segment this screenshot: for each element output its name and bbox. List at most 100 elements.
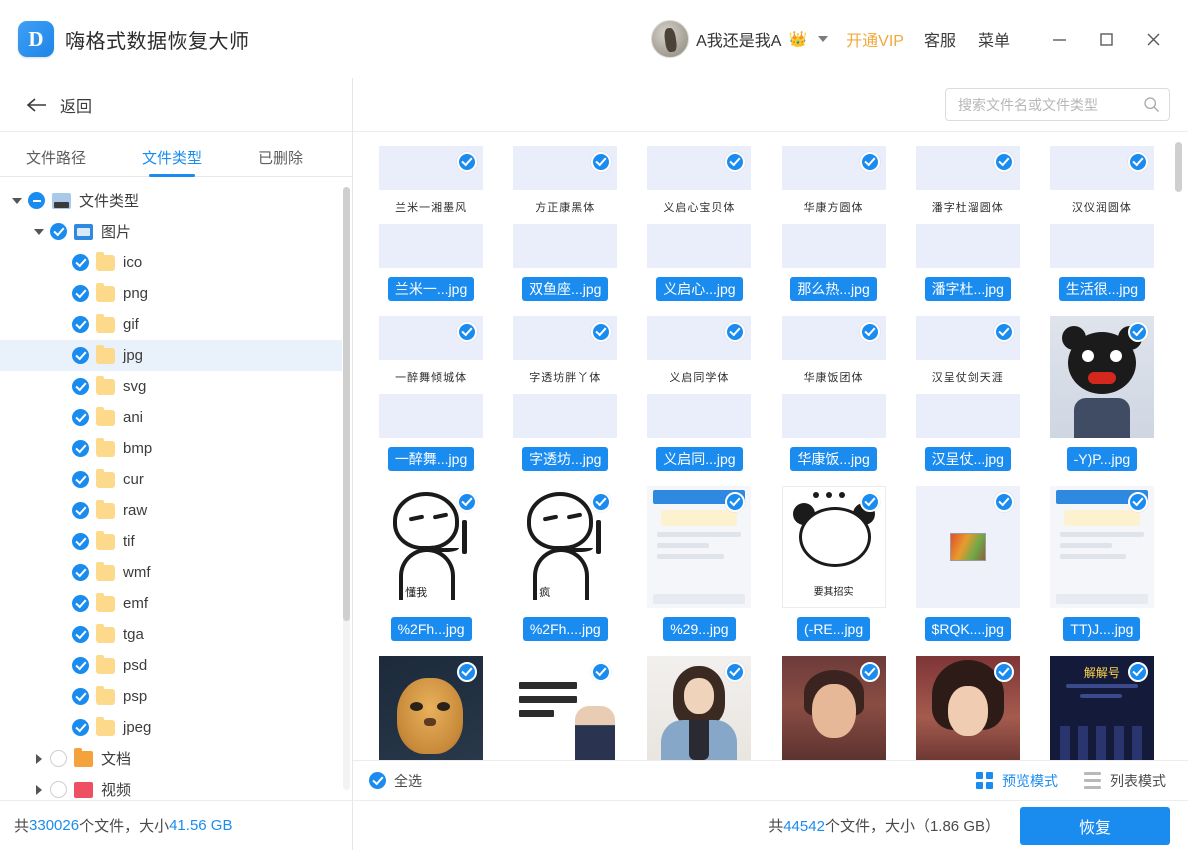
tree-row[interactable]: psd — [0, 650, 342, 681]
file-grid-item[interactable]: 懂我 %2Fh...jpg — [371, 486, 491, 656]
file-selected-checkmark-icon[interactable] — [457, 662, 478, 682]
tree-scrollbar-thumb[interactable] — [343, 187, 350, 622]
tree-row[interactable]: 视频 — [0, 774, 342, 800]
file-selected-checkmark-icon[interactable] — [1127, 662, 1148, 682]
tree-checkbox[interactable] — [72, 595, 89, 612]
file-grid-item[interactable]: 汉呈仗剑天涯 汉呈仗...jpg — [908, 316, 1028, 486]
file-selected-checkmark-icon[interactable] — [993, 152, 1014, 172]
tree-row[interactable]: psp — [0, 681, 342, 712]
file-thumbnail[interactable] — [781, 656, 886, 760]
file-selected-checkmark-icon[interactable] — [993, 662, 1014, 682]
tree-expander-closed-icon[interactable] — [28, 784, 50, 795]
file-selected-checkmark-icon[interactable] — [859, 662, 880, 682]
tree-row[interactable]: svg — [0, 371, 342, 402]
tree-row[interactable]: tga — [0, 619, 342, 650]
file-grid-item[interactable]: $RQK....jpg — [908, 486, 1028, 656]
tree-row[interactable]: cur — [0, 464, 342, 495]
file-selected-checkmark-icon[interactable] — [993, 492, 1014, 512]
file-grid-item[interactable] — [505, 656, 625, 760]
file-grid-item[interactable]: %29...jpg — [639, 486, 759, 656]
file-thumbnail[interactable]: 潘字杜溜圆体 — [915, 146, 1020, 268]
tree-expander-closed-icon[interactable] — [28, 753, 50, 764]
file-grid-item[interactable] — [371, 656, 491, 760]
file-grid-item[interactable]: 字透坊胖丫体 字透坊...jpg — [505, 316, 625, 486]
tree-row[interactable]: bmp — [0, 433, 342, 464]
tree-row[interactable]: jpg — [0, 340, 342, 371]
tree-row[interactable]: raw — [0, 495, 342, 526]
tab-1[interactable]: 文件类型 — [142, 147, 202, 176]
list-mode-button[interactable]: 列表模式 — [1084, 771, 1166, 791]
tree-row[interactable]: png — [0, 278, 342, 309]
file-thumbnail[interactable] — [915, 486, 1020, 608]
file-thumbnail[interactable] — [1049, 316, 1154, 438]
tree-checkbox[interactable] — [50, 781, 67, 798]
tree-checkbox[interactable] — [50, 750, 67, 767]
search-field[interactable] — [945, 88, 1170, 121]
recover-button[interactable]: 恢复 — [1020, 806, 1170, 845]
tree-row[interactable]: gif — [0, 309, 342, 340]
close-icon[interactable] — [1132, 19, 1174, 59]
file-thumbnail[interactable]: 兰米一湘墨风 — [379, 146, 484, 268]
select-all-toggle[interactable]: 全选 — [369, 771, 422, 791]
tree-checkbox[interactable] — [72, 502, 89, 519]
file-thumbnail[interactable]: 义启同学体 — [647, 316, 752, 438]
tree-row[interactable]: 文件类型 — [0, 185, 342, 216]
file-grid-item[interactable]: 华康方圆体 那么热...jpg — [773, 146, 893, 316]
file-grid-item[interactable]: 汉仪润圆体 生活很...jpg — [1042, 146, 1162, 316]
file-selected-checkmark-icon[interactable] — [457, 322, 478, 342]
tree-checkbox[interactable] — [72, 471, 89, 488]
tree-expander-open-icon[interactable] — [6, 197, 28, 204]
tree-checkbox[interactable] — [72, 440, 89, 457]
file-thumbnail[interactable] — [915, 656, 1020, 760]
tree-row[interactable]: wmf — [0, 557, 342, 588]
file-grid-item[interactable]: TT)J....jpg — [1042, 486, 1162, 656]
file-selected-checkmark-icon[interactable] — [993, 322, 1014, 342]
file-thumbnail[interactable]: 汉仪润圆体 — [1049, 146, 1154, 268]
search-icon[interactable] — [1143, 96, 1160, 113]
file-thumbnail[interactable] — [1049, 486, 1154, 608]
file-grid-item[interactable]: 潘字杜溜圆体 潘字杜...jpg — [908, 146, 1028, 316]
file-grid-item[interactable]: -Y)P...jpg — [1042, 316, 1162, 486]
menu-button[interactable]: 菜单 — [978, 27, 1010, 51]
tab-2[interactable]: 已删除 — [258, 147, 303, 176]
tree-checkbox[interactable] — [72, 533, 89, 550]
tree-row[interactable]: 文档 — [0, 743, 342, 774]
file-selected-checkmark-icon[interactable] — [1127, 322, 1148, 342]
open-vip-button[interactable]: 开通VIP — [846, 27, 904, 51]
file-grid-item[interactable]: 要其招实 (-RE...jpg — [773, 486, 893, 656]
tree-checkbox[interactable] — [50, 223, 67, 240]
tree-checkbox[interactable] — [72, 719, 89, 736]
tree-checkbox[interactable] — [72, 316, 89, 333]
file-thumbnail[interactable]: 懂我 — [379, 486, 484, 608]
customer-support-button[interactable]: 客服 — [924, 27, 956, 51]
file-grid-item[interactable]: 解解号 — [1042, 656, 1162, 760]
file-grid-item[interactable]: 疯 %2Fh....jpg — [505, 486, 625, 656]
maximize-icon[interactable] — [1085, 19, 1127, 59]
file-grid-item[interactable]: 义启心宝贝体 义启心...jpg — [639, 146, 759, 316]
file-grid-item[interactable] — [773, 656, 893, 760]
file-selected-checkmark-icon[interactable] — [1127, 152, 1148, 172]
tree-row[interactable]: emf — [0, 588, 342, 619]
chevron-down-icon[interactable] — [818, 36, 829, 42]
file-grid-item[interactable]: 方正康黑体 双鱼座...jpg — [505, 146, 625, 316]
tree-row[interactable]: ani — [0, 402, 342, 433]
back-arrow-icon[interactable] — [26, 97, 48, 113]
tree-checkbox[interactable] — [72, 626, 89, 643]
tree-checkbox[interactable] — [28, 192, 45, 209]
grid-scrollbar[interactable] — [1175, 142, 1182, 750]
tab-0[interactable]: 文件路径 — [26, 147, 86, 176]
file-thumbnail[interactable]: 汉呈仗剑天涯 — [915, 316, 1020, 438]
file-grid-item[interactable]: 兰米一湘墨风 兰米一...jpg — [371, 146, 491, 316]
search-input[interactable] — [958, 96, 1143, 113]
file-thumbnail[interactable]: 方正康黑体 — [513, 146, 618, 268]
file-selected-checkmark-icon[interactable] — [457, 492, 478, 512]
file-thumbnail[interactable]: 义启心宝贝体 — [647, 146, 752, 268]
tree-expander-open-icon[interactable] — [28, 228, 50, 235]
user-menu[interactable]: A我还是我A 👑 — [651, 20, 829, 58]
file-grid-item[interactable]: 一醉舞倾城体 一醉舞...jpg — [371, 316, 491, 486]
tree-row[interactable]: 图片 — [0, 216, 342, 247]
file-selected-checkmark-icon[interactable] — [457, 152, 478, 172]
file-grid-item[interactable] — [908, 656, 1028, 760]
file-grid-item[interactable]: 义启同学体 义启同...jpg — [639, 316, 759, 486]
file-type-tree[interactable]: 文件类型 图片 ico png gif jpg svg ani bmp cur raw tif wmf e… — [0, 177, 342, 800]
